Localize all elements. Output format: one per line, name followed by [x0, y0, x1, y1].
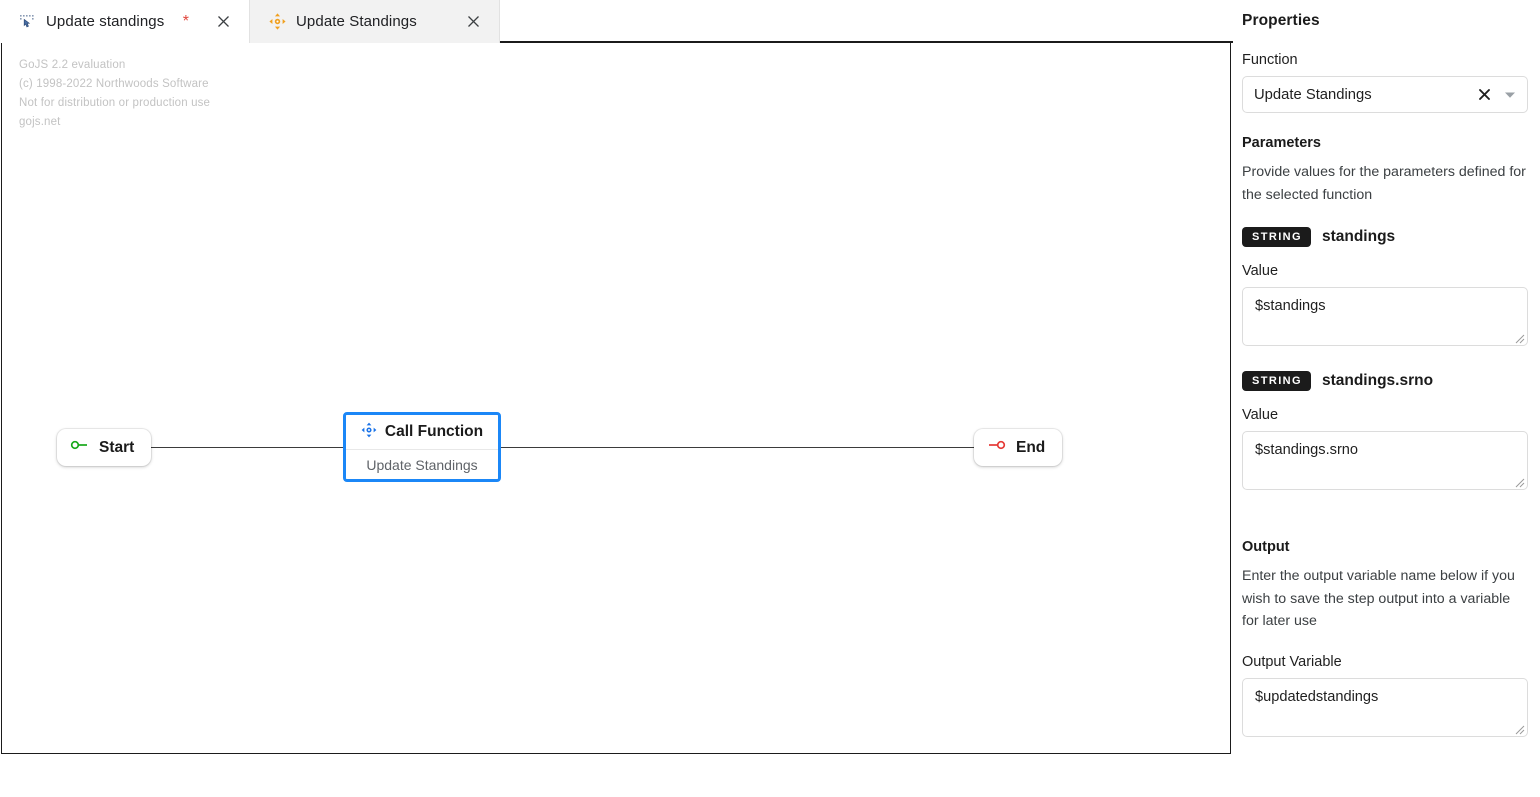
- resize-handle-icon[interactable]: [1513, 476, 1525, 488]
- parameters-heading: Parameters: [1242, 135, 1528, 151]
- status-badge: STRING: [1242, 227, 1311, 247]
- editor-region: Update standings *: [0, 0, 1233, 797]
- parameter-name: standings.srno: [1322, 372, 1433, 390]
- parameter-value-input[interactable]: $standings: [1242, 287, 1528, 346]
- parameter-value-text: $standings: [1255, 298, 1326, 314]
- application-root: Update standings *: [0, 0, 1540, 797]
- close-icon[interactable]: [463, 12, 483, 32]
- end-port-icon: [987, 438, 1007, 457]
- output-variable-label: Output Variable: [1242, 654, 1528, 670]
- chevron-down-icon[interactable]: [1501, 86, 1519, 104]
- resize-handle-icon[interactable]: [1513, 723, 1525, 735]
- panel-title: Properties: [1242, 12, 1528, 30]
- start-port-icon: [70, 438, 90, 457]
- parameter-value-input[interactable]: $standings.srno: [1242, 431, 1528, 490]
- function-select-value: Update Standings: [1254, 87, 1473, 103]
- node-call-function[interactable]: Call Function Update Standings: [343, 412, 501, 482]
- move-arrows-icon: [361, 422, 377, 443]
- tab-update-standings-function[interactable]: Update Standings: [250, 0, 500, 43]
- output-heading: Output: [1242, 539, 1528, 555]
- parameters-description: Provide values for the parameters define…: [1242, 161, 1528, 206]
- link-call-to-end[interactable]: [500, 447, 976, 448]
- node-start[interactable]: Start: [57, 429, 151, 466]
- tab-label: Update Standings: [296, 13, 439, 30]
- output-variable-text: $updatedstandings: [1255, 689, 1378, 705]
- node-label: End: [1016, 439, 1045, 457]
- node-label: Start: [99, 439, 134, 457]
- gojs-watermark: GoJS 2.2 evaluation (c) 1998-2022 Northw…: [19, 56, 210, 132]
- parameter-header: STRING standings.srno: [1242, 371, 1528, 391]
- tab-unsaved-indicator: *: [183, 14, 189, 30]
- parameter-name: standings: [1322, 228, 1395, 246]
- resize-handle-icon[interactable]: [1513, 332, 1525, 344]
- flow-pointer-icon: [18, 13, 36, 31]
- node-subtitle: Update Standings: [346, 450, 498, 479]
- parameter-value-label: Value: [1242, 263, 1528, 279]
- function-select[interactable]: Update Standings: [1242, 76, 1528, 113]
- output-variable-input[interactable]: $updatedstandings: [1242, 678, 1528, 737]
- canvas-wrapper: GoJS 2.2 evaluation (c) 1998-2022 Northw…: [0, 43, 1233, 797]
- output-description: Enter the output variable name below if …: [1242, 565, 1528, 633]
- parameter-value-text: $standings.srno: [1255, 442, 1358, 458]
- properties-panel: Properties Function Update Standings Par…: [1233, 0, 1540, 797]
- node-call-function-header: Call Function: [346, 415, 498, 450]
- tab-bar: Update standings *: [0, 0, 1233, 43]
- function-field-label: Function: [1242, 52, 1528, 68]
- node-end[interactable]: End: [974, 429, 1062, 466]
- node-title: Call Function: [385, 423, 483, 441]
- move-arrows-icon: [268, 13, 286, 31]
- parameter-header: STRING standings: [1242, 227, 1528, 247]
- tab-update-standings-flow[interactable]: Update standings *: [0, 0, 250, 43]
- parameter-value-label: Value: [1242, 407, 1528, 423]
- tab-label: Update standings: [46, 13, 179, 30]
- diagram-canvas[interactable]: GoJS 2.2 evaluation (c) 1998-2022 Northw…: [1, 43, 1231, 754]
- link-start-to-call[interactable]: [143, 447, 344, 448]
- close-icon[interactable]: [213, 12, 233, 32]
- close-icon[interactable]: [1473, 84, 1495, 106]
- status-badge: STRING: [1242, 371, 1311, 391]
